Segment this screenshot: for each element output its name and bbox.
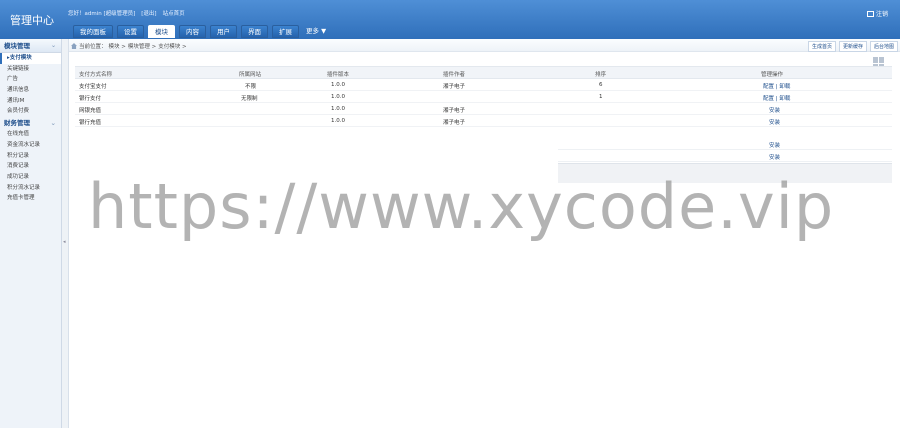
generate-home-button[interactable]: 生成首页 (807, 41, 836, 52)
breadcrumb-item[interactable]: 模块管理 > (128, 42, 156, 50)
sidebar-item-spend-log[interactable]: 消费记录 (0, 161, 61, 172)
sidebar: 模块管理 ⌄ ▸支付模块 关键链接 广告 通讯信息 通讯IM 会员付费 财务管理… (0, 39, 62, 428)
cell-name: 支付宝支付 (79, 84, 107, 90)
tab-settings[interactable]: 设置 (117, 25, 144, 38)
chevron-down-icon: ⌄ (50, 119, 56, 128)
home-icon (71, 43, 77, 49)
header-bar: 管理中心 您好！admin [超级管理员] [退出] 站点首页 注销 我的面板 … (0, 0, 900, 39)
sidebar-item-cards[interactable]: 充值卡管理 (0, 193, 61, 204)
cell-version: 1.0.0 (331, 94, 345, 100)
site-home-link[interactable]: 站点首页 (163, 9, 185, 17)
cell-name: 银行充值 (79, 120, 102, 126)
column-header: 排序 (595, 72, 607, 78)
logout-button[interactable]: 注销 (866, 9, 888, 18)
tab-interface[interactable]: 界面 (241, 25, 268, 38)
install-link[interactable]: 安装 (769, 118, 780, 126)
cell-author: 湘子电子 (443, 120, 466, 126)
table-row: 银行支付 无限制 1.0.0 1 配置 | 卸载 (75, 91, 892, 103)
sidebar-item-recharge[interactable]: 在线充值 (0, 129, 61, 140)
collapse-arrow-icon[interactable]: ◂ (63, 239, 66, 245)
app-title: 管理中心 (10, 14, 54, 27)
column-header: 插件版本 (327, 72, 350, 78)
tab-content[interactable]: 内容 (179, 25, 206, 38)
cell-version: 1.0.0 (331, 118, 345, 124)
sidebar-item-points-log[interactable]: 积分记录 (0, 151, 61, 162)
table-row: 安装 (558, 150, 892, 162)
table-header: 支付方式名称 所属网站 插件版本 插件作者 排序 管理操作 (75, 66, 892, 79)
install-link[interactable]: 安装 (769, 153, 780, 161)
quick-links: 生成首页 更新缓存 后台地图 (807, 41, 898, 52)
column-header: 支付方式名称 (79, 72, 113, 78)
breadcrumb-item[interactable]: 模块 > (109, 42, 126, 50)
cell-order: 6 (599, 82, 603, 88)
sidebar-item-funds-log[interactable]: 资金流水记录 (0, 140, 61, 151)
install-link[interactable]: 安装 (769, 141, 780, 149)
sidebar-item-label: 支付模块 (9, 55, 32, 61)
sidebar-item-links[interactable]: 关键链接 (0, 64, 61, 75)
row-actions[interactable]: 配置 | 卸载 (763, 94, 790, 102)
table-row: 支付宝支付 不限 1.0.0 湘子电子 6 配置 | 卸载 (75, 79, 892, 91)
cell-author: 湘子电子 (443, 108, 466, 114)
sidebar-item-success-log[interactable]: 成功记录 (0, 172, 61, 183)
sidebar-item-member-pay[interactable]: 会员付费 (0, 106, 61, 117)
logout-icon (866, 10, 874, 17)
cell-site: 无限制 (241, 96, 258, 102)
cell-version: 1.0.0 (331, 106, 345, 112)
update-cache-button[interactable]: 更新缓存 (838, 41, 867, 52)
tab-modules[interactable]: 模块 (148, 25, 175, 38)
column-header: 插件作者 (443, 72, 466, 78)
cell-version: 1.0.0 (331, 82, 345, 88)
table-row: 银行充值 1.0.0 湘子电子 安装 (75, 115, 892, 127)
cell-order: 1 (599, 94, 603, 100)
column-header: 所属网站 (239, 72, 262, 78)
logout-link[interactable]: [退出] (141, 9, 156, 17)
breadcrumb-item[interactable]: 支付模块 > (158, 42, 186, 50)
install-link[interactable]: 安装 (769, 106, 780, 114)
breadcrumb-bar: 当前位置： 模块 > 模块管理 > 支付模块 > 生成首页 更新缓存 后台地图 (69, 39, 900, 52)
payment-table: 支付方式名称 所属网站 插件版本 插件作者 排序 管理操作 支付宝支付 不限 1… (75, 66, 892, 183)
sidebar-item-points-flow[interactable]: 积分流水记录 (0, 183, 61, 194)
top-info: 您好！admin [超级管理员] [退出] 站点首页 (68, 9, 185, 17)
table-row: 网银充值 1.0.0 湘子电子 安装 (75, 103, 892, 115)
tab-more[interactable]: 更多 ▼ (303, 25, 329, 38)
table-row: 安装 (558, 138, 892, 150)
more-label: 更多 (306, 27, 319, 35)
greeting-text: 您好！admin [超级管理员] (68, 11, 136, 17)
tab-users[interactable]: 用户 (210, 25, 237, 38)
sidebar-item-im[interactable]: 通讯IM (0, 96, 61, 107)
sidebar-item-ads[interactable]: 广告 (0, 74, 61, 85)
chevron-down-icon: ▼ (321, 27, 327, 35)
admin-map-button[interactable]: 后台地图 (869, 41, 898, 52)
sidebar-section-finance[interactable]: 财务管理 ⌄ (0, 117, 61, 129)
row-actions[interactable]: 配置 | 卸载 (763, 82, 790, 90)
sidebar-splitter[interactable]: ◂ (62, 39, 69, 428)
sidebar-section-modules[interactable]: 模块管理 ⌄ (0, 39, 61, 53)
sidebar-section-label: 模块管理 (4, 42, 30, 50)
chevron-down-icon: ⌄ (50, 42, 56, 49)
breadcrumb: 当前位置： 模块 > 模块管理 > 支付模块 > (71, 42, 187, 50)
cell-author: 湘子电子 (443, 84, 466, 90)
watermark: https://www.xycode.vip (88, 170, 835, 243)
breadcrumb-prefix: 当前位置： (79, 44, 107, 50)
main-nav: 我的面板 设置 模块 内容 用户 界面 扩展 更多 ▼ (73, 25, 329, 38)
logout-label: 注销 (875, 11, 888, 18)
sidebar-item-comm[interactable]: 通讯信息 (0, 85, 61, 96)
tab-my-panel[interactable]: 我的面板 (73, 25, 113, 38)
tab-extensions[interactable]: 扩展 (272, 25, 299, 38)
cell-site: 不限 (245, 84, 257, 90)
column-header: 管理操作 (761, 72, 784, 78)
sidebar-item-payment[interactable]: ▸支付模块 (0, 53, 61, 64)
cell-name: 银行支付 (79, 96, 102, 102)
sidebar-section-label: 财务管理 (4, 119, 30, 128)
cell-name: 网银充值 (79, 108, 102, 114)
